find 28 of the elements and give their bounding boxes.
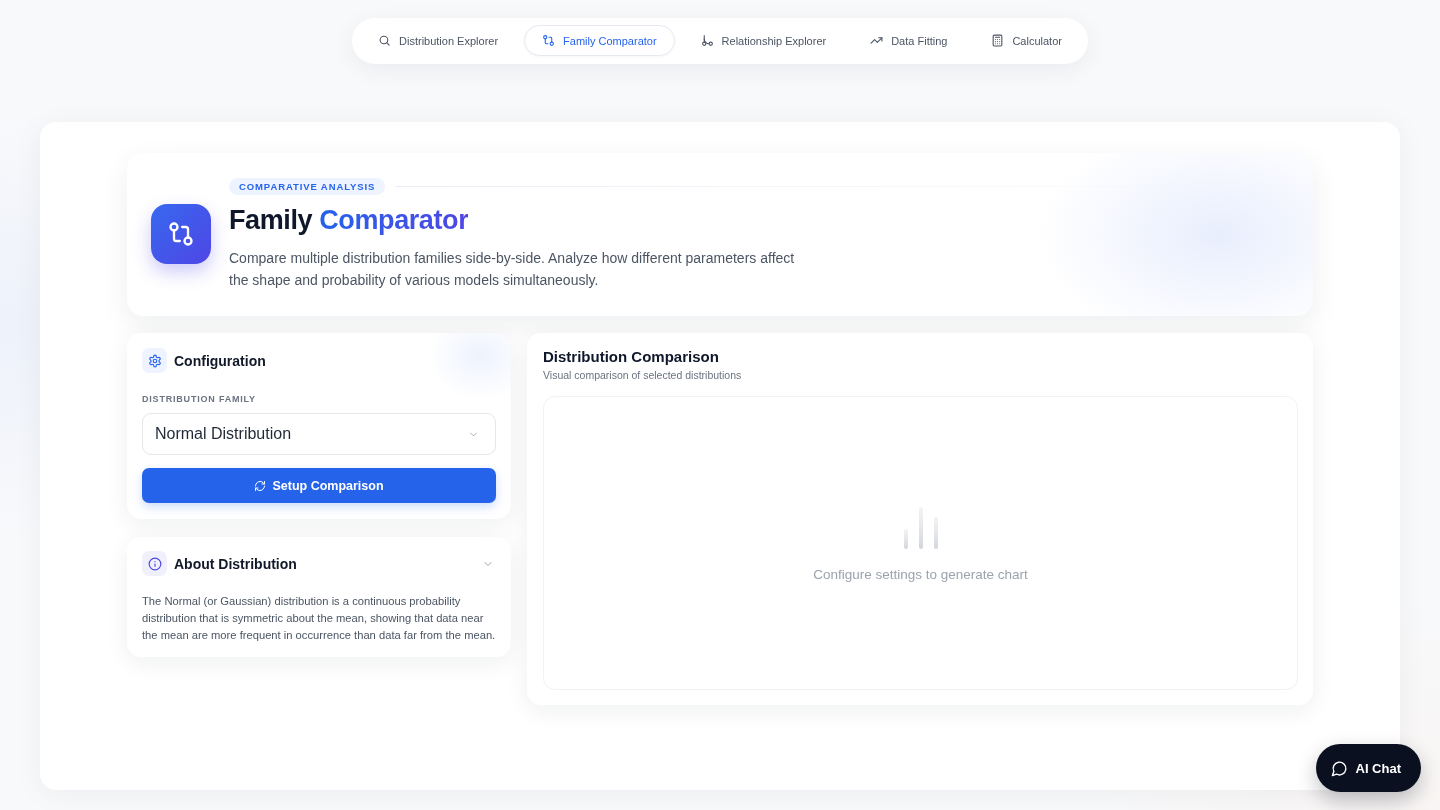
- nav-tab[interactable]: Distribution Explorer: [360, 25, 517, 56]
- trend-line-icon: [870, 34, 884, 47]
- chart-subtitle: Visual comparison of selected distributions: [543, 368, 742, 382]
- info-icon: [142, 551, 167, 576]
- branch-icon: [700, 34, 714, 47]
- chat-bubble-icon: [1330, 759, 1348, 777]
- section-title: About Distribution: [174, 555, 297, 572]
- bar-chart-icon: [903, 507, 938, 549]
- nav-tab[interactable]: Calculator: [973, 25, 1080, 56]
- distribution-select[interactable]: Normal Distribution: [142, 413, 496, 455]
- about-text: The Normal (or Gaussian) distribution is a continuous probability distribution that is symmetric about the mean, showing that data near the mean are more frequent in occurrence than data far from the mean.: [142, 594, 496, 643]
- nav-tab[interactable]: Relationship Explorer: [682, 25, 845, 56]
- search-icon: [378, 34, 392, 47]
- calculator-icon: [991, 34, 1005, 47]
- compare-icon: [151, 204, 211, 264]
- ai-chat-button[interactable]: AI Chat: [1315, 744, 1421, 792]
- nav-tab[interactable]: Data Fitting: [852, 25, 966, 56]
- compare-icon: [542, 34, 556, 47]
- section-title: Configuration: [174, 352, 266, 369]
- nav-tab[interactable]: Family Comparator: [524, 25, 675, 56]
- setup-comparison-button[interactable]: Setup Comparison: [142, 468, 496, 503]
- chart-title: Distribution Comparison: [543, 347, 719, 367]
- empty-chart-message: Configure settings to generate chart: [813, 567, 1028, 583]
- field-label: DISTRIBUTION FAMILY: [142, 393, 257, 405]
- page-description: Compare multiple distribution families side-by-side. Analyze how different parameters affect the shape and probability of various models simultaneously.: [229, 249, 796, 290]
- section-tag: COMPARATIVE ANALYSIS: [229, 178, 386, 195]
- refresh-icon: [254, 479, 267, 492]
- gear-icon: [142, 348, 167, 373]
